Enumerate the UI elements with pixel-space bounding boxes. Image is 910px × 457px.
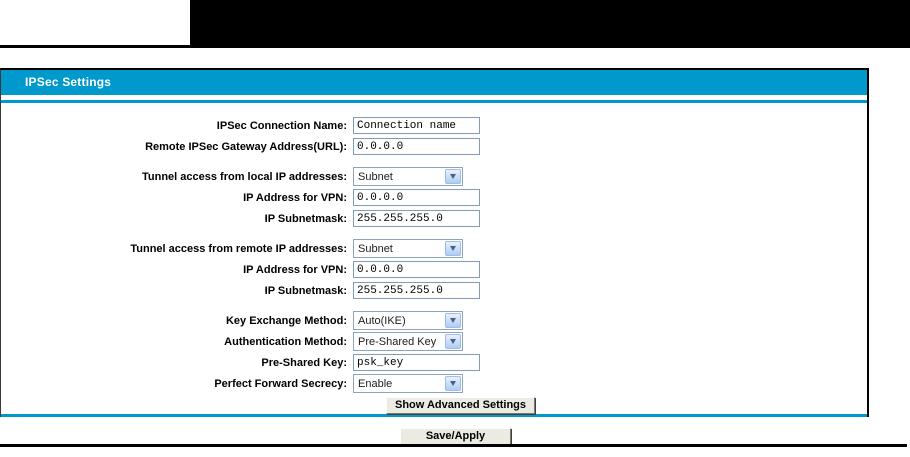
field-label: Tunnel access from remote IP addresses: [130,242,347,255]
key-exchange-method-select[interactable]: Auto(IKE) [353,311,463,330]
bottom-divider [0,444,907,447]
field-label: Pre-Shared Key: [261,356,347,369]
select-value: Subnet [358,242,393,255]
chevron-down-icon[interactable] [445,334,461,349]
ip-subnetmask-input[interactable] [353,282,480,299]
router-logo-banner [190,0,910,45]
ip-address-for-vpn-input[interactable] [353,261,480,278]
chevron-down-icon[interactable] [445,169,461,184]
chevron-down-icon[interactable] [445,241,461,256]
field-label: IP Subnetmask: [264,284,347,297]
show-advanced-settings-button[interactable]: Show Advanced Settings [386,397,536,414]
form-group: Tunnel access from remote IP addresses: S… [1,238,867,301]
field-label: Key Exchange Method: [225,314,347,327]
form-row-perfect-forward-secrecy: Perfect Forward Secrecy: Enable [1,373,867,394]
ipsec-settings-page: IPSec Settings IPSec Connection Name: Rem… [0,0,910,457]
page-title: IPSec Settings [1,70,867,95]
form-row-key-exchange-method: Key Exchange Method: Auto(IKE) [1,310,867,331]
authentication-method-select[interactable]: Pre-Shared Key [353,332,463,351]
chevron-down-icon[interactable] [445,376,461,391]
form-row-tunnel-access-from-remote-ip-addresses: Tunnel access from remote IP addresses: S… [1,238,867,259]
perfect-forward-secrecy-select[interactable]: Enable [353,374,463,393]
form-row-remote-ipsec-gateway-address-url: Remote IPSec Gateway Address(URL): [1,136,867,157]
select-value: Enable [358,377,393,390]
select-value: Subnet [358,170,393,183]
form-groups: IPSec Connection Name: Remote IPSec Gatew… [1,115,867,394]
select-value: Pre-Shared Key [358,335,437,348]
form-row-ip-subnetmask: IP Subnetmask: [1,280,867,301]
ip-subnetmask-input[interactable] [353,210,480,227]
advanced-settings-row: Show Advanced Settings [386,395,867,414]
top-divider [0,45,910,48]
remote-ipsec-gateway-address-url-input[interactable] [353,138,480,155]
field-label: IP Address for VPN: [243,263,347,276]
field-label: Remote IPSec Gateway Address(URL): [145,140,347,153]
tunnel-access-from-local-ip-addresses-select[interactable]: Subnet [353,167,463,186]
form-row-ipsec-connection-name: IPSec Connection Name: [1,115,867,136]
form-row-ip-address-for-vpn: IP Address for VPN: [1,259,867,280]
select-value: Auto(IKE) [358,314,406,327]
ip-address-for-vpn-input[interactable] [353,189,480,206]
form-row-ip-address-for-vpn: IP Address for VPN: [1,187,867,208]
ipsec-settings-panel: IPSec Settings IPSec Connection Name: Rem… [0,68,869,417]
field-label: Tunnel access from local IP addresses: [141,170,347,183]
form-group: Tunnel access from local IP addresses: Su… [1,166,867,229]
tunnel-access-from-remote-ip-addresses-select[interactable]: Subnet [353,239,463,258]
pre-shared-key-input[interactable] [353,354,480,371]
form-row-pre-shared-key: Pre-Shared Key: [1,352,867,373]
save-apply-button[interactable]: Save/Apply [400,428,511,445]
ipsec-connection-name-input[interactable] [353,117,480,134]
form-row-ip-subnetmask: IP Subnetmask: [1,208,867,229]
field-label: IP Address for VPN: [243,191,347,204]
form-row-authentication-method: Authentication Method: Pre-Shared Key [1,331,867,352]
form-row-tunnel-access-from-local-ip-addresses: Tunnel access from local IP addresses: Su… [1,166,867,187]
field-label: Authentication Method: [224,335,347,348]
field-label: IP Subnetmask: [264,212,347,225]
form-group: IPSec Connection Name: Remote IPSec Gatew… [1,115,867,157]
field-label: Perfect Forward Secrecy: [214,377,347,390]
field-label: IPSec Connection Name: [216,119,347,132]
form-group: Key Exchange Method: Auto(IKE) Authenticat… [1,310,867,394]
chevron-down-icon[interactable] [445,313,461,328]
ipsec-form: IPSec Connection Name: Remote IPSec Gatew… [1,100,867,417]
